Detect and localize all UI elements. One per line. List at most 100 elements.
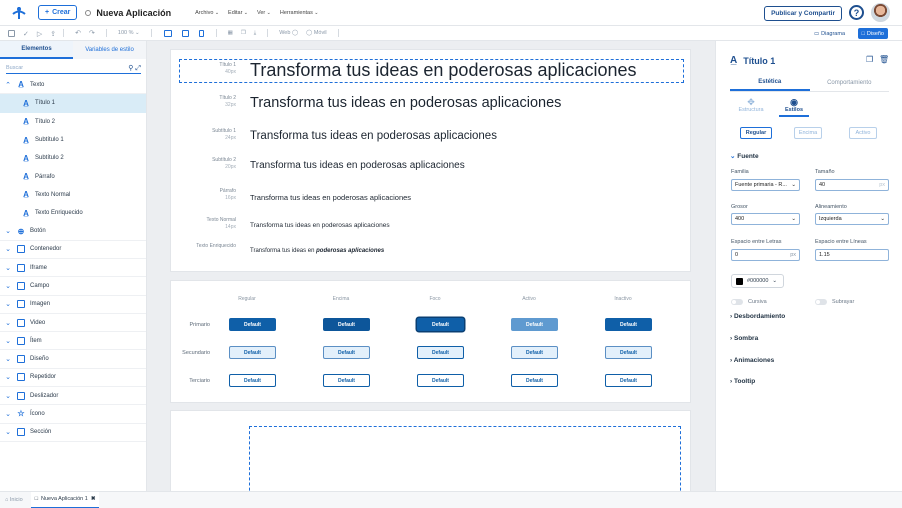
letter-spacing-input[interactable]: 0 px	[731, 249, 800, 261]
chevron-down-icon[interactable]: ⌄	[2, 373, 14, 381]
menu-editar[interactable]: Editar	[228, 10, 248, 16]
share-icon[interactable]: ⇪	[50, 30, 56, 38]
state-encima[interactable]: Encima	[794, 127, 822, 139]
tab-variables-de-estilo[interactable]: Variables de estilo	[73, 41, 146, 59]
tab-estetica[interactable]: Estética	[730, 74, 810, 91]
download-icon[interactable]: ⤓	[254, 30, 256, 37]
sample-button-terciario-foco[interactable]: Default	[417, 374, 464, 387]
sample-button-secundario-inactivo[interactable]: Default	[605, 346, 652, 359]
empty-container-dropzone[interactable]	[249, 426, 681, 491]
sample-button-secundario-regular[interactable]: Default	[229, 346, 276, 359]
sample-button-terciario-inactivo[interactable]: Default	[605, 374, 652, 387]
typography-row[interactable]: Subtítulo 1 24px Transforma tus ideas en p…	[171, 126, 692, 148]
mobile-view-icon[interactable]	[198, 29, 204, 37]
tree-group-5[interactable]: ⌄ Imagen	[0, 296, 146, 314]
delete-icon[interactable]: 🗑	[879, 55, 889, 64]
movil-toggle[interactable]: ◯ Móvil	[306, 30, 327, 36]
subtab-estructura[interactable]: ✥ Estructura	[736, 97, 766, 113]
chevron-down-icon[interactable]: ⌄	[2, 355, 14, 363]
play-icon[interactable]: ▷	[37, 30, 42, 38]
tree-group-12[interactable]: ⌄ Sección	[0, 424, 146, 442]
sample-button-terciario-encima[interactable]: Default	[323, 374, 370, 387]
sample-button-primario-encima[interactable]: Default	[323, 318, 370, 331]
chevron-down-icon[interactable]: ⌄	[2, 227, 14, 235]
chevron-up-icon[interactable]: ⌃	[2, 81, 14, 89]
redo-icon[interactable]: ↷	[89, 29, 95, 37]
overflow-section[interactable]: › Desbordamiento	[730, 313, 785, 320]
weight-select[interactable]: 400 ⌄	[731, 213, 800, 225]
desktop-view-icon[interactable]	[163, 29, 172, 37]
tree-group-2[interactable]: ⌄ Contenedor	[0, 241, 146, 259]
sample-button-secundario-foco[interactable]: Default	[417, 346, 464, 359]
line-spacing-input[interactable]: 1.15	[815, 249, 889, 261]
tree-item-5[interactable]: A̲ Texto Normal	[0, 186, 146, 204]
grid-icon[interactable]: ▦	[228, 30, 233, 36]
sample-button-secundario-activo[interactable]: Default	[511, 346, 558, 359]
tree-item-3[interactable]: A̲ Subtítulo 2	[0, 149, 146, 167]
tablet-view-icon[interactable]	[181, 29, 189, 37]
menu-herramientas[interactable]: Herramientas	[280, 10, 319, 16]
sample-button-primario-regular[interactable]: Default	[229, 318, 276, 331]
tree-item-1[interactable]: A̲ Título 2	[0, 113, 146, 131]
tree-group-3[interactable]: ⌄ Iframe	[0, 259, 146, 278]
app-title[interactable]: Nueva Aplicación	[85, 8, 171, 18]
web-toggle[interactable]: Web ◯	[279, 30, 298, 36]
sample-button-primario-foco[interactable]: Default	[417, 318, 464, 331]
chevron-down-icon[interactable]: ⌄	[2, 264, 14, 272]
design-view-button[interactable]: □ Diseño	[857, 28, 888, 39]
tree-item-4[interactable]: A̲ Párrafo	[0, 167, 146, 185]
tree-group-4[interactable]: ⌄ Campo	[0, 277, 146, 296]
tab-elementos[interactable]: Elementos	[0, 41, 73, 59]
copy-icon[interactable]: ❒	[241, 30, 246, 36]
create-button[interactable]: + Crear	[38, 5, 78, 20]
typography-row[interactable]: Texto Normal 14px Transforma tus ideas en …	[171, 215, 692, 237]
typography-row[interactable]: Texto Enriquecido Transforma tus ideas en…	[171, 241, 692, 263]
underline-toggle[interactable]	[815, 299, 827, 305]
italic-toggle[interactable]	[731, 299, 743, 305]
chevron-down-icon[interactable]: ⌄	[2, 245, 14, 253]
undo-arrow-icon[interactable]: ✓	[23, 30, 29, 38]
tree-item-0[interactable]: A̲ Título 1	[0, 94, 146, 113]
chevron-down-icon[interactable]: ⌄	[2, 300, 14, 308]
state-activo[interactable]: Activo	[849, 127, 877, 139]
publish-share-button[interactable]: Publicar y Compartir	[764, 6, 842, 21]
chevron-down-icon[interactable]: ⌄	[2, 410, 14, 418]
typography-row[interactable]: Párrafo 16px Transforma tus ideas en poder…	[171, 186, 692, 208]
shadow-section[interactable]: › Sombra	[730, 335, 758, 342]
family-select[interactable]: Fuente primaria - R... ⌄	[731, 179, 800, 191]
diagram-view-button[interactable]: ▭ Diagrama	[809, 28, 849, 39]
sample-button-terciario-activo[interactable]: Default	[511, 374, 558, 387]
tooltip-section[interactable]: › Tooltip	[730, 378, 755, 385]
tree-group-7[interactable]: ⌄ Ítem	[0, 332, 146, 351]
tree-group-1[interactable]: ⌄ ⊕ Botón	[0, 222, 146, 241]
font-section-header[interactable]: ⌄ Fuente	[730, 152, 759, 160]
chevron-down-icon[interactable]: ⌄	[2, 428, 14, 436]
subtab-estilos[interactable]: ◉ Estilos	[779, 97, 809, 117]
tab-comportamiento[interactable]: Comportamiento	[810, 74, 890, 91]
app-tab[interactable]: □ Nueva Aplicación 1 ✖	[30, 491, 100, 508]
menu-ver[interactable]: Ver	[257, 10, 271, 16]
tree-group-0[interactable]: ⌃ A̲ Texto	[0, 76, 146, 95]
sample-button-terciario-regular[interactable]: Default	[229, 374, 276, 387]
animations-section[interactable]: › Animaciones	[730, 357, 774, 364]
undo-icon[interactable]: ↶	[75, 29, 81, 37]
tree-group-8[interactable]: ⌄ Diseño	[0, 350, 146, 369]
search-icon[interactable]: ⚲	[128, 65, 133, 72]
typography-row[interactable]: Subtítulo 2 20px Transforma tus ideas en p…	[171, 155, 692, 177]
tree-group-11[interactable]: ⌄ ☆ Ícono	[0, 405, 146, 424]
tree-group-6[interactable]: ⌄ Video	[0, 314, 146, 333]
tree-item-2[interactable]: A̲ Subtítulo 1	[0, 131, 146, 149]
state-regular[interactable]: Regular	[740, 127, 772, 139]
zoom-select[interactable]: 100 % ⌄	[118, 30, 140, 36]
search-input[interactable]: Buscar ⚲ ⤢	[6, 63, 141, 74]
typography-row[interactable]: Título 2 32px Transforma tus ideas en pode…	[171, 93, 692, 115]
sample-button-primario-inactivo[interactable]: Default	[605, 318, 652, 331]
sample-button-secundario-encima[interactable]: Default	[323, 346, 370, 359]
tree-group-10[interactable]: ⌄ Deslizador	[0, 387, 146, 406]
sample-button-primario-activo[interactable]: Default	[511, 318, 558, 331]
color-picker[interactable]: #000000 ⌄	[731, 274, 784, 288]
duplicate-icon[interactable]: ❐	[866, 55, 873, 64]
menu-archivo[interactable]: Archivo	[195, 10, 219, 16]
home-tab[interactable]: ⌂ Inicio	[5, 497, 23, 503]
tree-item-6[interactable]: A̲ Texto Enriquecido	[0, 204, 146, 222]
